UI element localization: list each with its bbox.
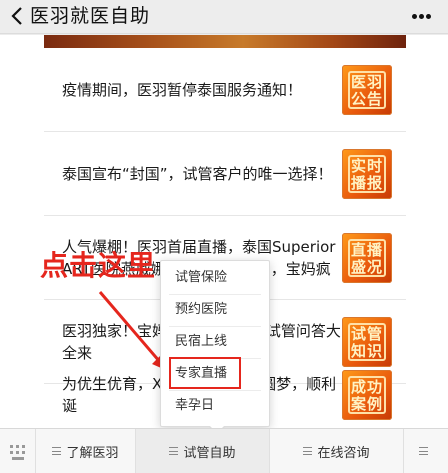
tab-about[interactable]: 了解医羽 (36, 429, 136, 473)
bottom-menu-bar: 了解医羽 试管自助 在线咨询 (0, 428, 448, 473)
article-thumbnail: 直播盛况 (342, 233, 392, 283)
keyboard-icon[interactable] (0, 429, 36, 473)
menu-item-ivf-insurance[interactable]: 试管保险 (161, 263, 269, 293)
menu-icon (303, 447, 313, 455)
article-thumbnail: 实时播报 (342, 149, 392, 199)
menu-item-book-hospital[interactable]: 预约医院 (161, 295, 269, 325)
tab-label: 在线咨询 (317, 445, 370, 461)
article-thumbnail: 成功案例 (342, 370, 392, 420)
menu-icon (419, 447, 428, 455)
highlight-box (169, 357, 241, 389)
article-thumbnail: 医羽公告 (342, 65, 392, 115)
menu-icon (169, 447, 179, 455)
menu-item-homestay[interactable]: 民宿上线 (161, 327, 269, 357)
menu-icon (52, 447, 62, 455)
article-item[interactable]: 泰国宣布“封国”，试管客户的唯一选择！ 实时播报 (44, 132, 406, 216)
page-title: 医羽就医自助 (30, 5, 151, 27)
tab-label: 试管自助 (183, 445, 236, 461)
tab-overflow[interactable] (404, 429, 448, 473)
tab-label: 了解医羽 (66, 445, 119, 461)
submenu-popup: 试管保险 预约医院 民宿上线 专家直播 幸孕日 (160, 260, 270, 435)
article-title: 疫情期间，医羽暂停泰国服务通知！ (62, 81, 303, 99)
banner-image[interactable] (44, 35, 406, 48)
article-item[interactable]: 疫情期间，医羽暂停泰国服务通知！ 医羽公告 (44, 48, 406, 132)
tab-online-consult[interactable]: 在线咨询 (270, 429, 404, 473)
article-title: 泰国宣布“封国”，试管客户的唯一选择！ (62, 165, 333, 183)
more-options-icon[interactable] (412, 14, 432, 20)
menu-item-pregnancy-day[interactable]: 幸孕日 (161, 391, 269, 421)
annotation-label: 点击这里 (40, 249, 157, 282)
tab-ivf-self-service[interactable]: 试管自助 (136, 429, 270, 473)
back-arrow-icon[interactable] (8, 5, 28, 27)
top-bar: 医羽就医自助 (0, 0, 448, 34)
